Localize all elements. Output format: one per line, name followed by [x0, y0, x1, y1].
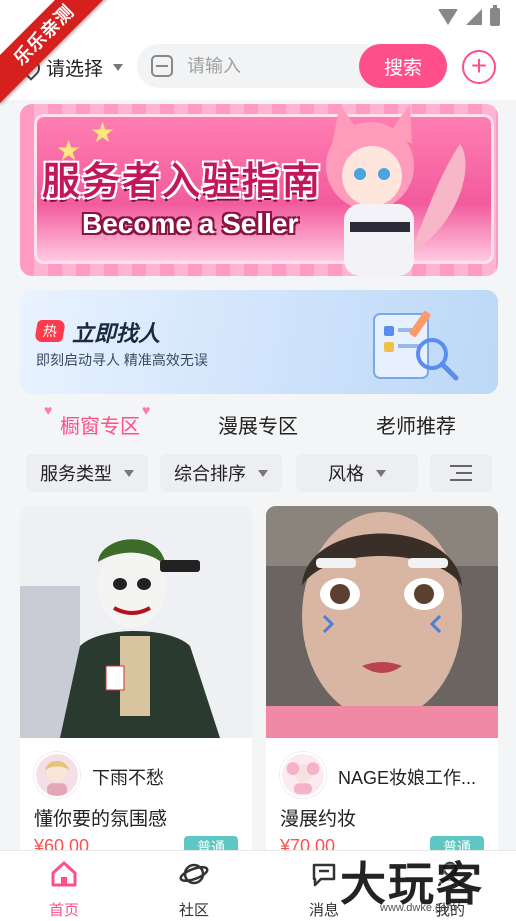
search-input[interactable] — [187, 44, 357, 88]
scan-icon[interactable] — [151, 55, 173, 77]
filter-style[interactable]: 风格 — [296, 454, 418, 492]
nav-label: 社区 — [178, 902, 209, 919]
chevron-down-icon — [124, 469, 134, 477]
seller-name: NAGE妆娘工作... — [338, 768, 477, 788]
tab-comic-expo[interactable]: 漫展专区 — [218, 410, 298, 439]
tab-teacher-recommend[interactable]: 老师推荐 — [376, 410, 456, 439]
avatar[interactable] — [34, 752, 80, 798]
signal-icon — [466, 9, 482, 25]
service-title: 漫展约妆 — [280, 809, 357, 830]
search-bar: 搜索 — [137, 44, 447, 88]
search-button[interactable]: 搜索 — [359, 44, 447, 88]
hot-tag: 热 — [34, 320, 66, 342]
plus-circle-icon[interactable]: + — [462, 50, 496, 84]
seller-guide-banner[interactable]: ★ ★ 服务者入驻指南 Become a Seller — [20, 104, 498, 276]
filter-list-icon — [450, 465, 472, 481]
document-search-icon — [373, 311, 459, 381]
wifi-icon — [438, 9, 458, 25]
filter-label: 综合排序 — [174, 464, 246, 484]
home-icon — [51, 861, 77, 887]
service-card[interactable]: 下雨不愁 懂你要的氛围感 ¥60.00 普通 — [20, 506, 252, 856]
heart-icon: ♥ — [142, 402, 151, 418]
anime-girl-illustration — [326, 104, 466, 276]
find-card-subtitle: 即刻启动寻人 精准高效无误 — [36, 352, 208, 368]
nav-label: 首页 — [48, 902, 79, 919]
battery-icon — [490, 5, 500, 26]
banner-subtitle: Become a Seller — [82, 208, 299, 239]
star-icon: ★ — [90, 117, 116, 148]
location-label: 请选择 — [46, 59, 104, 80]
chevron-down-icon — [258, 469, 268, 477]
filter-label: 服务类型 — [40, 464, 112, 484]
status-icons — [438, 5, 500, 26]
filter-bar: 服务类型 综合排序 风格 — [0, 452, 516, 496]
filter-service-type[interactable]: 服务类型 — [26, 454, 148, 492]
chevron-down-icon — [113, 64, 124, 71]
filter-sort[interactable]: 综合排序 — [160, 454, 282, 492]
find-person-card[interactable]: 热 立即找人 即刻启动寻人 精准高效无误 — [20, 290, 498, 394]
watermark-url: www.dwke.com — [380, 902, 456, 914]
nav-home[interactable]: 首页 — [24, 859, 104, 920]
find-card-title: 立即找人 — [72, 321, 161, 346]
seller-name: 下雨不愁 — [92, 768, 164, 788]
avatar[interactable] — [280, 752, 326, 798]
service-title: 懂你要的氛围感 — [34, 809, 168, 830]
joker-cosplay-photo — [20, 506, 252, 738]
category-tabs: ♥ ♥ 橱窗专区 漫展专区 老师推荐 — [0, 402, 516, 448]
tab-showcase[interactable]: 橱窗专区 — [60, 410, 140, 439]
chat-icon — [312, 863, 336, 887]
nav-community[interactable]: 社区 — [154, 859, 234, 920]
planet-icon — [179, 863, 209, 885]
makeup-photo — [266, 506, 498, 738]
banner-title: 服务者入驻指南 — [42, 161, 323, 203]
header: 请选择 搜索 + — [0, 34, 516, 100]
filter-label: 风格 — [328, 464, 364, 484]
heart-icon: ♥ — [44, 402, 53, 418]
chevron-down-icon — [376, 469, 386, 477]
service-card[interactable]: NAGE妆娘工作... 漫展约妆 ¥70.00 普通 — [266, 506, 498, 856]
filter-more-button[interactable] — [430, 454, 492, 492]
